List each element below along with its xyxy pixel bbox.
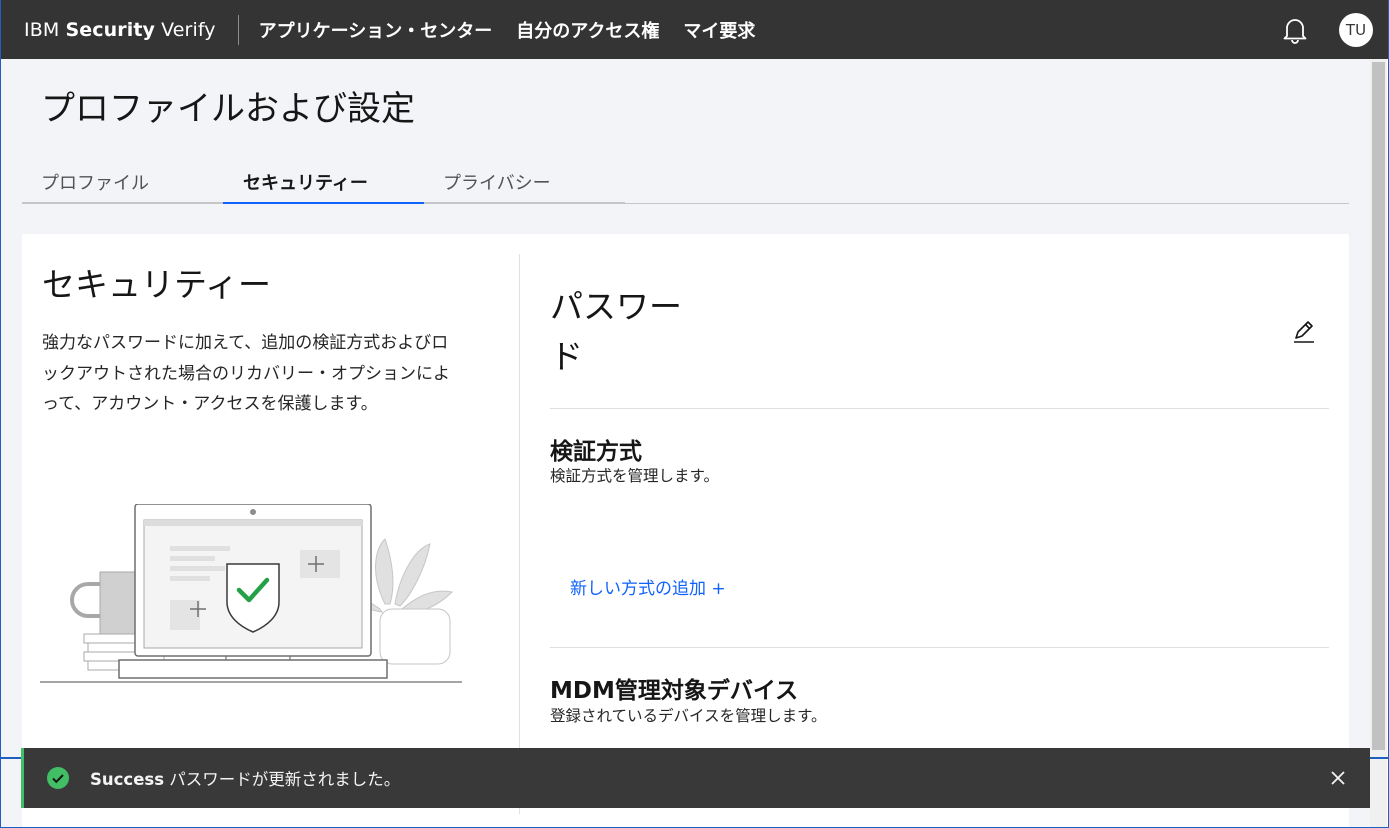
main-content: プロファイルおよび設定 プロファイル セキュリティー プライバシー セキュリティ… [1,59,1371,827]
nav-my-requests[interactable]: マイ要求 [683,17,755,43]
scrollbar-thumb[interactable] [1372,62,1385,750]
section-divider [550,647,1329,648]
checkmark-filled-icon [46,766,70,790]
avatar[interactable]: TU [1339,12,1373,47]
brand-bold: Security [65,18,155,41]
top-header: IBM Security Verify アプリケーション・センター 自分のアクセ… [1,0,1388,59]
brand-logo[interactable]: IBM Security Verify [1,19,216,41]
header-actions: TU [1281,0,1388,59]
laptop-shield-illustration [40,504,462,683]
tab-profile[interactable]: プロファイル [22,162,223,204]
pencil-icon[interactable] [1291,319,1317,345]
security-title: セキュリティー [42,265,272,304]
tab-list: プロファイル セキュリティー プライバシー [22,162,1349,204]
security-description: 強力なパスワードに加えて、追加の検証方式およびロックアウトされた場合のリカバリー… [42,333,450,414]
nav-app-center[interactable]: アプリケーション・センター [259,17,493,43]
vertical-scrollbar[interactable] [1370,59,1387,827]
toast-text: Success パスワードが更新されました。 [90,766,400,790]
top-nav: アプリケーション・センター 自分のアクセス権 マイ要求 [259,0,780,59]
verification-title: 検証方式 [550,439,642,465]
page-title: プロファイルおよび設定 [41,89,415,129]
brand-suffix: Verify [161,18,216,41]
verification-description: 検証方式を管理します。 [550,467,719,485]
tab-security[interactable]: セキュリティー [223,162,424,204]
toast-status: Success [90,770,165,789]
app-window: IBM Security Verify アプリケーション・センター 自分のアクセ… [0,0,1389,828]
bell-icon[interactable] [1281,16,1309,44]
close-icon[interactable] [1326,766,1350,790]
brand-divider [237,14,239,45]
password-title: パスワード [550,287,682,376]
section-divider [550,408,1329,409]
add-method-link[interactable]: 新しい方式の追加 + [570,574,726,599]
success-toast: Success パスワードが更新されました。 [21,748,1370,808]
security-card: セキュリティー 強力なパスワードに加えて、追加の検証方式およびロックアウトされた… [22,234,1349,827]
mdm-title: MDM管理対象デバイス [550,678,799,704]
column-divider [519,254,520,814]
tab-privacy[interactable]: プライバシー [424,162,625,204]
mdm-description: 登録されているデバイスを管理します。 [550,707,827,725]
nav-my-access[interactable]: 自分のアクセス権 [516,17,659,43]
brand-prefix: IBM [24,18,60,41]
toast-message: パスワードが更新されました。 [169,770,401,789]
